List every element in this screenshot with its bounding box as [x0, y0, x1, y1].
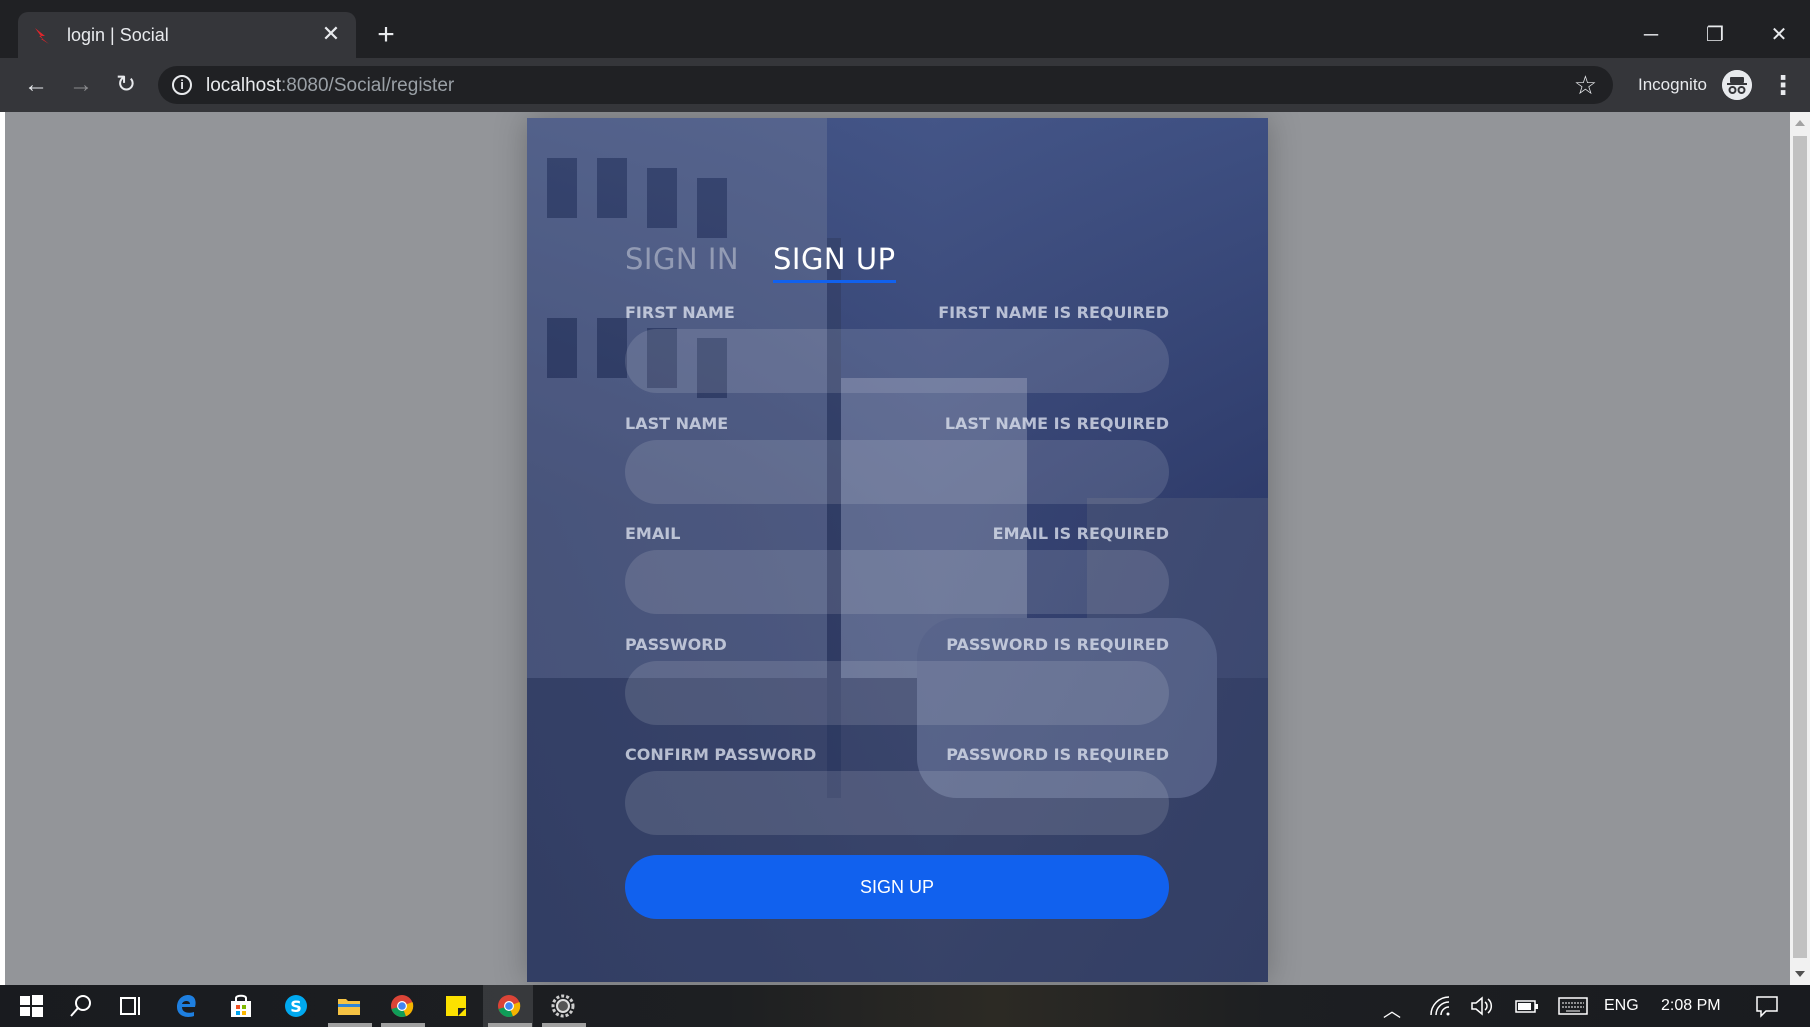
confirm-password-group: CONFIRM PASSWORD PASSWORD IS REQUIRED: [625, 745, 1169, 835]
show-hidden-icons-icon[interactable]: ︿: [1383, 997, 1401, 1023]
confirm-password-label: CONFIRM PASSWORD: [625, 745, 817, 764]
touch-keyboard-icon[interactable]: [1558, 993, 1588, 1019]
sticky-notes-icon[interactable]: [443, 993, 469, 1019]
svg-text:S: S: [290, 997, 302, 1016]
clock[interactable]: 2:08 PM: [1661, 997, 1721, 1015]
forward-arrow-icon[interactable]: →: [66, 70, 96, 100]
chrome-indicator: [381, 1023, 425, 1027]
social-favicon-icon: [35, 28, 49, 44]
kebab-menu-icon[interactable]: ⋮: [1770, 70, 1796, 100]
first-name-error: FIRST NAME IS REQUIRED: [938, 303, 1169, 322]
last-name-error: LAST NAME IS REQUIRED: [944, 414, 1169, 433]
address-bar[interactable]: i localhost:8080/Social/register ☆: [158, 66, 1613, 104]
confirm-password-error: PASSWORD IS REQUIRED: [946, 745, 1169, 764]
settings-icon[interactable]: [550, 993, 576, 1019]
password-label: PASSWORD: [625, 635, 727, 654]
new-tab-icon[interactable]: +: [372, 20, 400, 50]
info-icon[interactable]: i: [172, 75, 192, 95]
settings-indicator: [542, 1023, 586, 1027]
chrome-active-indicator: [488, 1023, 532, 1027]
title-bar: [0, 0, 1810, 12]
battery-icon[interactable]: [1514, 993, 1540, 1019]
minimize-icon[interactable]: ─: [1636, 20, 1666, 50]
file-explorer-icon[interactable]: [336, 993, 362, 1019]
edge-icon[interactable]: [174, 993, 200, 1019]
first-name-group: FIRST NAME FIRST NAME IS REQUIRED: [625, 303, 1169, 393]
scroll-down-icon[interactable]: [1795, 971, 1805, 977]
action-center-icon[interactable]: [1754, 993, 1780, 1019]
windows-start-icon[interactable]: [18, 993, 44, 1019]
last-name-label: LAST NAME: [625, 414, 729, 433]
bookmark-star-icon[interactable]: ☆: [1574, 70, 1597, 100]
page-viewport: SIGN IN SIGN UP FIRST NAME FIRST NAME IS…: [5, 112, 1790, 985]
url-text[interactable]: localhost:8080/Social/register: [206, 75, 454, 97]
reload-icon[interactable]: ↻: [111, 70, 141, 100]
tab-sign-up[interactable]: SIGN UP: [773, 242, 896, 283]
browser-tab[interactable]: login | Social ✕: [18, 12, 356, 58]
chrome-icon[interactable]: [389, 993, 415, 1019]
email-input[interactable]: [625, 550, 1169, 614]
last-name-group: LAST NAME LAST NAME IS REQUIRED: [625, 414, 1169, 504]
scroll-up-icon[interactable]: [1795, 120, 1805, 126]
register-card: SIGN IN SIGN UP FIRST NAME FIRST NAME IS…: [527, 118, 1268, 982]
network-icon[interactable]: [1427, 993, 1453, 1019]
incognito-icon[interactable]: [1722, 70, 1752, 100]
restore-icon[interactable]: ❐: [1700, 20, 1730, 50]
tab-strip: login | Social ✕ + ─ ❐ ✕: [0, 12, 1810, 58]
tab-title: login | Social: [67, 25, 169, 45]
first-name-input[interactable]: [625, 329, 1169, 393]
windows-taskbar: S ︿ ENG 2:08 PM: [0, 985, 1810, 1027]
email-error: EMAIL IS REQUIRED: [992, 524, 1169, 543]
email-group: EMAIL EMAIL IS REQUIRED: [625, 524, 1169, 614]
last-name-input[interactable]: [625, 440, 1169, 504]
store-icon[interactable]: [228, 993, 254, 1019]
browser-toolbar: ← → ↻ i localhost:8080/Social/register ☆…: [0, 58, 1810, 112]
scroll-thumb[interactable]: [1793, 136, 1807, 958]
volume-icon[interactable]: [1468, 993, 1494, 1019]
password-group: PASSWORD PASSWORD IS REQUIRED: [625, 635, 1169, 725]
confirm-password-input[interactable]: [625, 771, 1169, 835]
email-label: EMAIL: [625, 524, 681, 543]
language-indicator[interactable]: ENG: [1604, 997, 1639, 1015]
back-arrow-icon[interactable]: ←: [21, 70, 51, 100]
chrome-active-icon[interactable]: [496, 993, 522, 1019]
search-icon[interactable]: [68, 993, 94, 1019]
password-error: PASSWORD IS REQUIRED: [946, 635, 1169, 654]
first-name-label: FIRST NAME: [625, 303, 735, 322]
close-icon[interactable]: ✕: [1764, 20, 1794, 50]
skype-icon[interactable]: S: [283, 993, 309, 1019]
sign-up-button[interactable]: SIGN UP: [625, 855, 1169, 919]
file-explorer-indicator: [328, 1023, 372, 1027]
tab-close-icon[interactable]: ✕: [320, 23, 342, 45]
vertical-scrollbar[interactable]: [1790, 112, 1810, 985]
task-view-icon[interactable]: [118, 993, 144, 1019]
password-input[interactable]: [625, 661, 1169, 725]
tab-sign-in[interactable]: SIGN IN: [625, 242, 739, 276]
incognito-label: Incognito: [1638, 75, 1707, 94]
